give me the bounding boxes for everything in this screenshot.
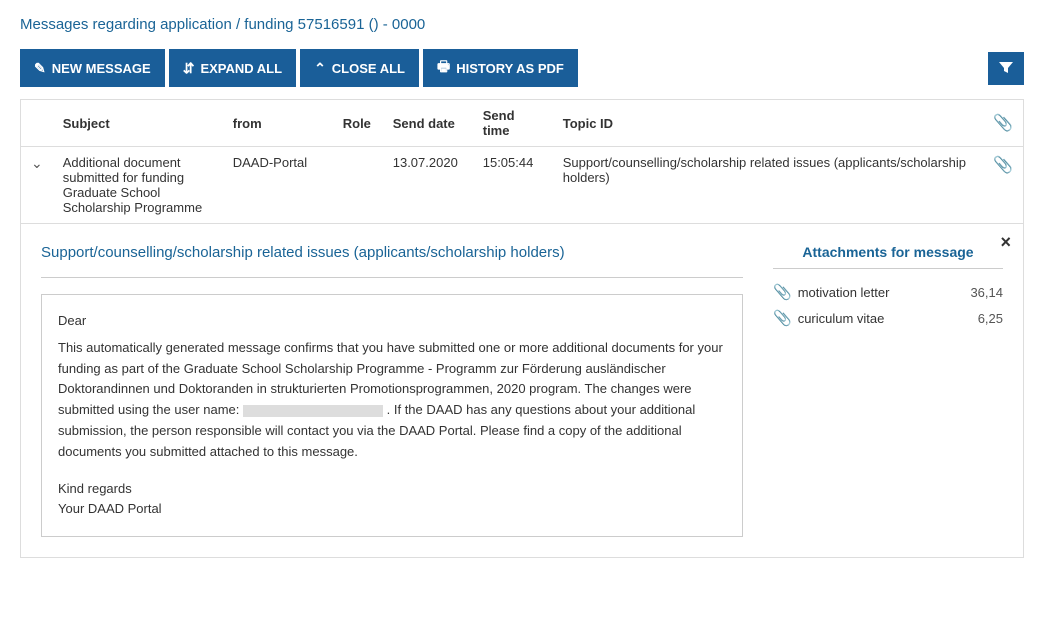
page-title: Messages regarding application / funding…	[20, 16, 1024, 33]
toolbar: ✎ NEW MESSAGE ⇵ EXPAND ALL ⌃ CLOSE ALL 🖶…	[20, 49, 1024, 87]
detail-left: Support/counselling/scholarship related …	[41, 244, 743, 537]
message-send-date: 13.07.2020	[383, 147, 473, 224]
close-all-button[interactable]: ⌃ CLOSE ALL	[300, 49, 419, 87]
table-header-row: Subject from Role Send date Send time To…	[21, 100, 1024, 147]
message-body-box: Dear This automatically generated messag…	[41, 294, 743, 537]
message-role	[333, 147, 383, 224]
message-send-time: 15:05:44	[473, 147, 553, 224]
close-all-label: CLOSE ALL	[332, 61, 405, 76]
col-sendtime-header: Send time	[473, 100, 553, 147]
message-body: This automatically generated message con…	[58, 338, 726, 463]
expand-all-button[interactable]: ⇵ EXPAND ALL	[169, 49, 296, 87]
message-greeting: Dear	[58, 311, 726, 332]
attachment-link-icon-2: 📎	[773, 309, 792, 327]
filter-button[interactable]	[988, 52, 1024, 85]
close-all-icon: ⌃	[314, 60, 326, 77]
toolbar-left: ✎ NEW MESSAGE ⇵ EXPAND ALL ⌃ CLOSE ALL 🖶…	[20, 49, 578, 87]
attachment-icon: 📎	[993, 157, 1013, 174]
attachment-size-2: 6,25	[978, 311, 1003, 326]
attachment-name-1: motivation letter	[798, 285, 965, 300]
attachments-title: Attachments for message	[773, 244, 1003, 260]
attachment-size-1: 36,14	[970, 285, 1003, 300]
message-signature: Your DAAD Portal	[58, 499, 726, 520]
message-subject: Additional document submitted for fundin…	[53, 147, 223, 224]
attachment-item-1[interactable]: 📎 motivation letter 36,14	[773, 283, 1003, 301]
filter-icon	[998, 59, 1014, 78]
history-as-pdf-button[interactable]: 🖶 HISTORY AS PDF	[423, 49, 578, 87]
detail-topic-title: Support/counselling/scholarship related …	[41, 244, 743, 261]
expand-all-label: EXPAND ALL	[200, 61, 282, 76]
user-name-placeholder	[243, 405, 383, 417]
col-role-header: Role	[333, 100, 383, 147]
table-row[interactable]: ⌄ Additional document submitted for fund…	[21, 147, 1024, 224]
message-topic-id: Support/counselling/scholarship related …	[553, 147, 983, 224]
history-as-pdf-label: HISTORY AS PDF	[456, 61, 564, 76]
col-subject-header: Subject	[53, 100, 223, 147]
new-message-button[interactable]: ✎ NEW MESSAGE	[20, 49, 165, 87]
message-closing: Kind regards	[58, 479, 726, 500]
attachment-header-icon: 📎	[993, 115, 1013, 132]
close-detail-button[interactable]: ×	[1000, 232, 1011, 253]
attachments-divider	[773, 268, 1003, 269]
new-message-icon: ✎	[34, 60, 46, 77]
detail-divider	[41, 277, 743, 278]
new-message-label: NEW MESSAGE	[52, 61, 151, 76]
attachment-name-2: curiculum vitae	[798, 311, 972, 326]
attachment-item-2[interactable]: 📎 curiculum vitae 6,25	[773, 309, 1003, 327]
col-expand-header	[21, 100, 53, 147]
col-topicid-header: Topic ID	[553, 100, 983, 147]
detail-right: Attachments for message 📎 motivation let…	[743, 244, 1003, 537]
message-attachment-icon[interactable]: 📎	[983, 147, 1023, 224]
expand-row-icon[interactable]: ⌄	[31, 155, 43, 171]
attachment-link-icon-1: 📎	[773, 283, 792, 301]
message-detail-panel: × Support/counselling/scholarship relate…	[20, 224, 1024, 558]
col-senddate-header: Send date	[383, 100, 473, 147]
expand-all-icon: ⇵	[183, 60, 195, 77]
message-from: DAAD-Portal	[223, 147, 333, 224]
col-from-header: from	[223, 100, 333, 147]
col-attach-header: 📎	[983, 100, 1023, 147]
history-pdf-icon: 🖶	[437, 56, 450, 80]
detail-content: Support/counselling/scholarship related …	[21, 224, 1023, 557]
messages-table: Subject from Role Send date Send time To…	[20, 99, 1024, 224]
attachments-section: Attachments for message 📎 motivation let…	[773, 244, 1003, 327]
